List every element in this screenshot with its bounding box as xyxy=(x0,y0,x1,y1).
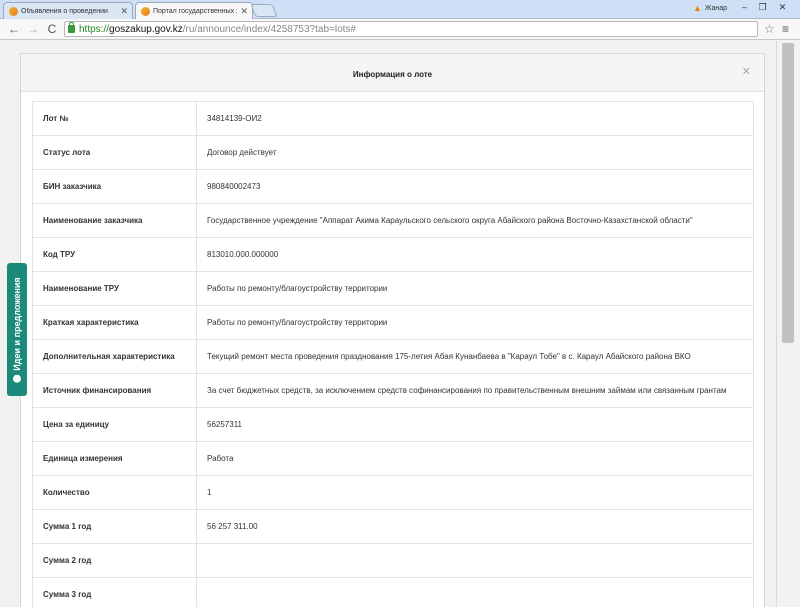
table-row: Краткая характеристика Работы по ремонту/… xyxy=(32,305,754,340)
close-icon[interactable]: ✕ xyxy=(120,6,128,17)
field-label: Источник финансирования xyxy=(32,373,197,408)
table-row: Сумма 2 год xyxy=(32,543,754,578)
site-favicon-icon xyxy=(9,6,18,16)
scrollbar-thumb[interactable] xyxy=(782,43,794,343)
close-window-button[interactable]: ✕ xyxy=(775,2,790,14)
scrollbar[interactable] xyxy=(776,41,800,607)
url-path: /ru/announce/index/4258753?tab=lots# xyxy=(182,23,356,35)
field-label: Статус лота xyxy=(32,135,197,170)
lock-icon xyxy=(68,22,75,33)
field-value: Текущий ремонт места проведения празднов… xyxy=(196,339,754,374)
url-scheme: https:// xyxy=(79,23,110,35)
field-value: Работа xyxy=(196,441,754,476)
table-row: Цена за единицу 56257311 xyxy=(32,407,754,442)
modal-header: Информация о лоте ✕ xyxy=(21,54,764,92)
back-button[interactable]: ← xyxy=(7,22,21,36)
window-titlebar: Объявления о проведении ✕ Портал государ… xyxy=(0,0,800,19)
address-bar[interactable]: https:// goszakup.gov.kz /ru/announce/in… xyxy=(64,21,758,37)
table-row: Источник финансирования За счет бюджетных… xyxy=(32,373,754,408)
tab-announcements[interactable]: Объявления о проведении ✕ xyxy=(3,2,133,19)
table-row: Код ТРУ 813010.000.000000 xyxy=(32,237,754,272)
ideas-feedback-tab[interactable]: Идеи и предложения xyxy=(7,263,27,396)
field-label: Количество xyxy=(32,475,197,510)
field-label: Лот № xyxy=(32,101,197,136)
url-host: goszakup.gov.kz xyxy=(109,23,183,35)
field-label: Единица измерения xyxy=(32,441,197,476)
close-icon[interactable]: ✕ xyxy=(240,6,248,17)
profile-button[interactable]: ▲ Жанар xyxy=(693,3,727,13)
field-value xyxy=(196,577,754,607)
field-label: Сумма 2 год xyxy=(32,543,197,578)
table-row: Наименование заказчика Государственное уч… xyxy=(32,203,754,238)
field-label: Наименование ТРУ xyxy=(32,271,197,306)
modal-title: Информация о лоте xyxy=(352,70,433,79)
table-row: Сумма 3 год xyxy=(32,577,754,607)
reload-button[interactable]: C xyxy=(45,22,59,36)
table-row: Дополнительная характеристика Текущий рем… xyxy=(32,339,754,374)
browser-toolbar: ← → C https:// goszakup.gov.kz /ru/annou… xyxy=(0,19,800,40)
bookmark-star-icon[interactable]: ☆ xyxy=(764,22,775,36)
table-row: Наименование ТРУ Работы по ремонту/благоу… xyxy=(32,271,754,306)
field-value: Договор действует xyxy=(196,135,754,170)
field-value: 56257311 xyxy=(196,407,754,442)
field-value: 813010.000.000000 xyxy=(196,237,754,272)
ideas-feedback-label: Идеи и предложения xyxy=(12,276,22,371)
field-label: Сумма 1 год xyxy=(32,509,197,544)
table-row: Количество 1 xyxy=(32,475,754,510)
close-icon[interactable]: ✕ xyxy=(742,65,751,78)
lot-info-table: Лот № 34814139-ОИ2 Статус лота Договор дейс… xyxy=(32,101,754,607)
tab-portal[interactable]: Портал государственных з ✕ xyxy=(135,2,253,19)
field-label: Код ТРУ xyxy=(32,237,197,272)
lot-info-modal: Информация о лоте ✕ Лот № 34814139-ОИ2 Ста… xyxy=(20,53,765,607)
forward-button[interactable]: → xyxy=(26,22,40,36)
minimize-button[interactable]: – xyxy=(737,2,752,14)
site-favicon-icon xyxy=(141,6,150,16)
table-row: Статус лота Договор действует xyxy=(32,135,754,170)
field-value: За счет бюджетных средств, за исключение… xyxy=(196,373,754,408)
table-row: БИН заказчика 980840002473 xyxy=(32,169,754,204)
new-tab-button[interactable] xyxy=(250,4,278,17)
field-value: 980840002473 xyxy=(196,169,754,204)
field-label: Сумма 3 год xyxy=(32,577,197,607)
field-label: БИН заказчика xyxy=(32,169,197,204)
field-value: Работы по ремонту/благоустройству террит… xyxy=(196,271,754,306)
menu-icon[interactable]: ≡ xyxy=(782,22,789,36)
tab-title: Объявления о проведении xyxy=(21,7,108,15)
field-value: Государственное учреждение "Аппарат Аким… xyxy=(196,203,754,238)
field-label: Наименование заказчика xyxy=(32,203,197,238)
tab-title: Портал государственных з xyxy=(153,7,238,15)
field-label: Дополнительная характеристика xyxy=(32,339,197,374)
field-value xyxy=(196,543,754,578)
table-row: Лот № 34814139-ОИ2 xyxy=(32,101,754,136)
field-label: Цена за единицу xyxy=(32,407,197,442)
page-viewport: Информация о лоте ✕ Лот № 34814139-ОИ2 Ста… xyxy=(0,41,776,607)
restore-button[interactable]: ❐ xyxy=(755,2,770,14)
table-row: Сумма 1 год 56 257 311.00 xyxy=(32,509,754,544)
warning-icon: ▲ xyxy=(693,3,702,13)
field-value: 56 257 311.00 xyxy=(196,509,754,544)
table-row: Единица измерения Работа xyxy=(32,441,754,476)
lightbulb-icon xyxy=(13,374,21,383)
field-value: 1 xyxy=(196,475,754,510)
field-value: Работы по ремонту/благоустройству террит… xyxy=(196,305,754,340)
profile-name: Жанар xyxy=(704,4,728,12)
field-label: Краткая характеристика xyxy=(32,305,197,340)
field-value: 34814139-ОИ2 xyxy=(196,101,754,136)
